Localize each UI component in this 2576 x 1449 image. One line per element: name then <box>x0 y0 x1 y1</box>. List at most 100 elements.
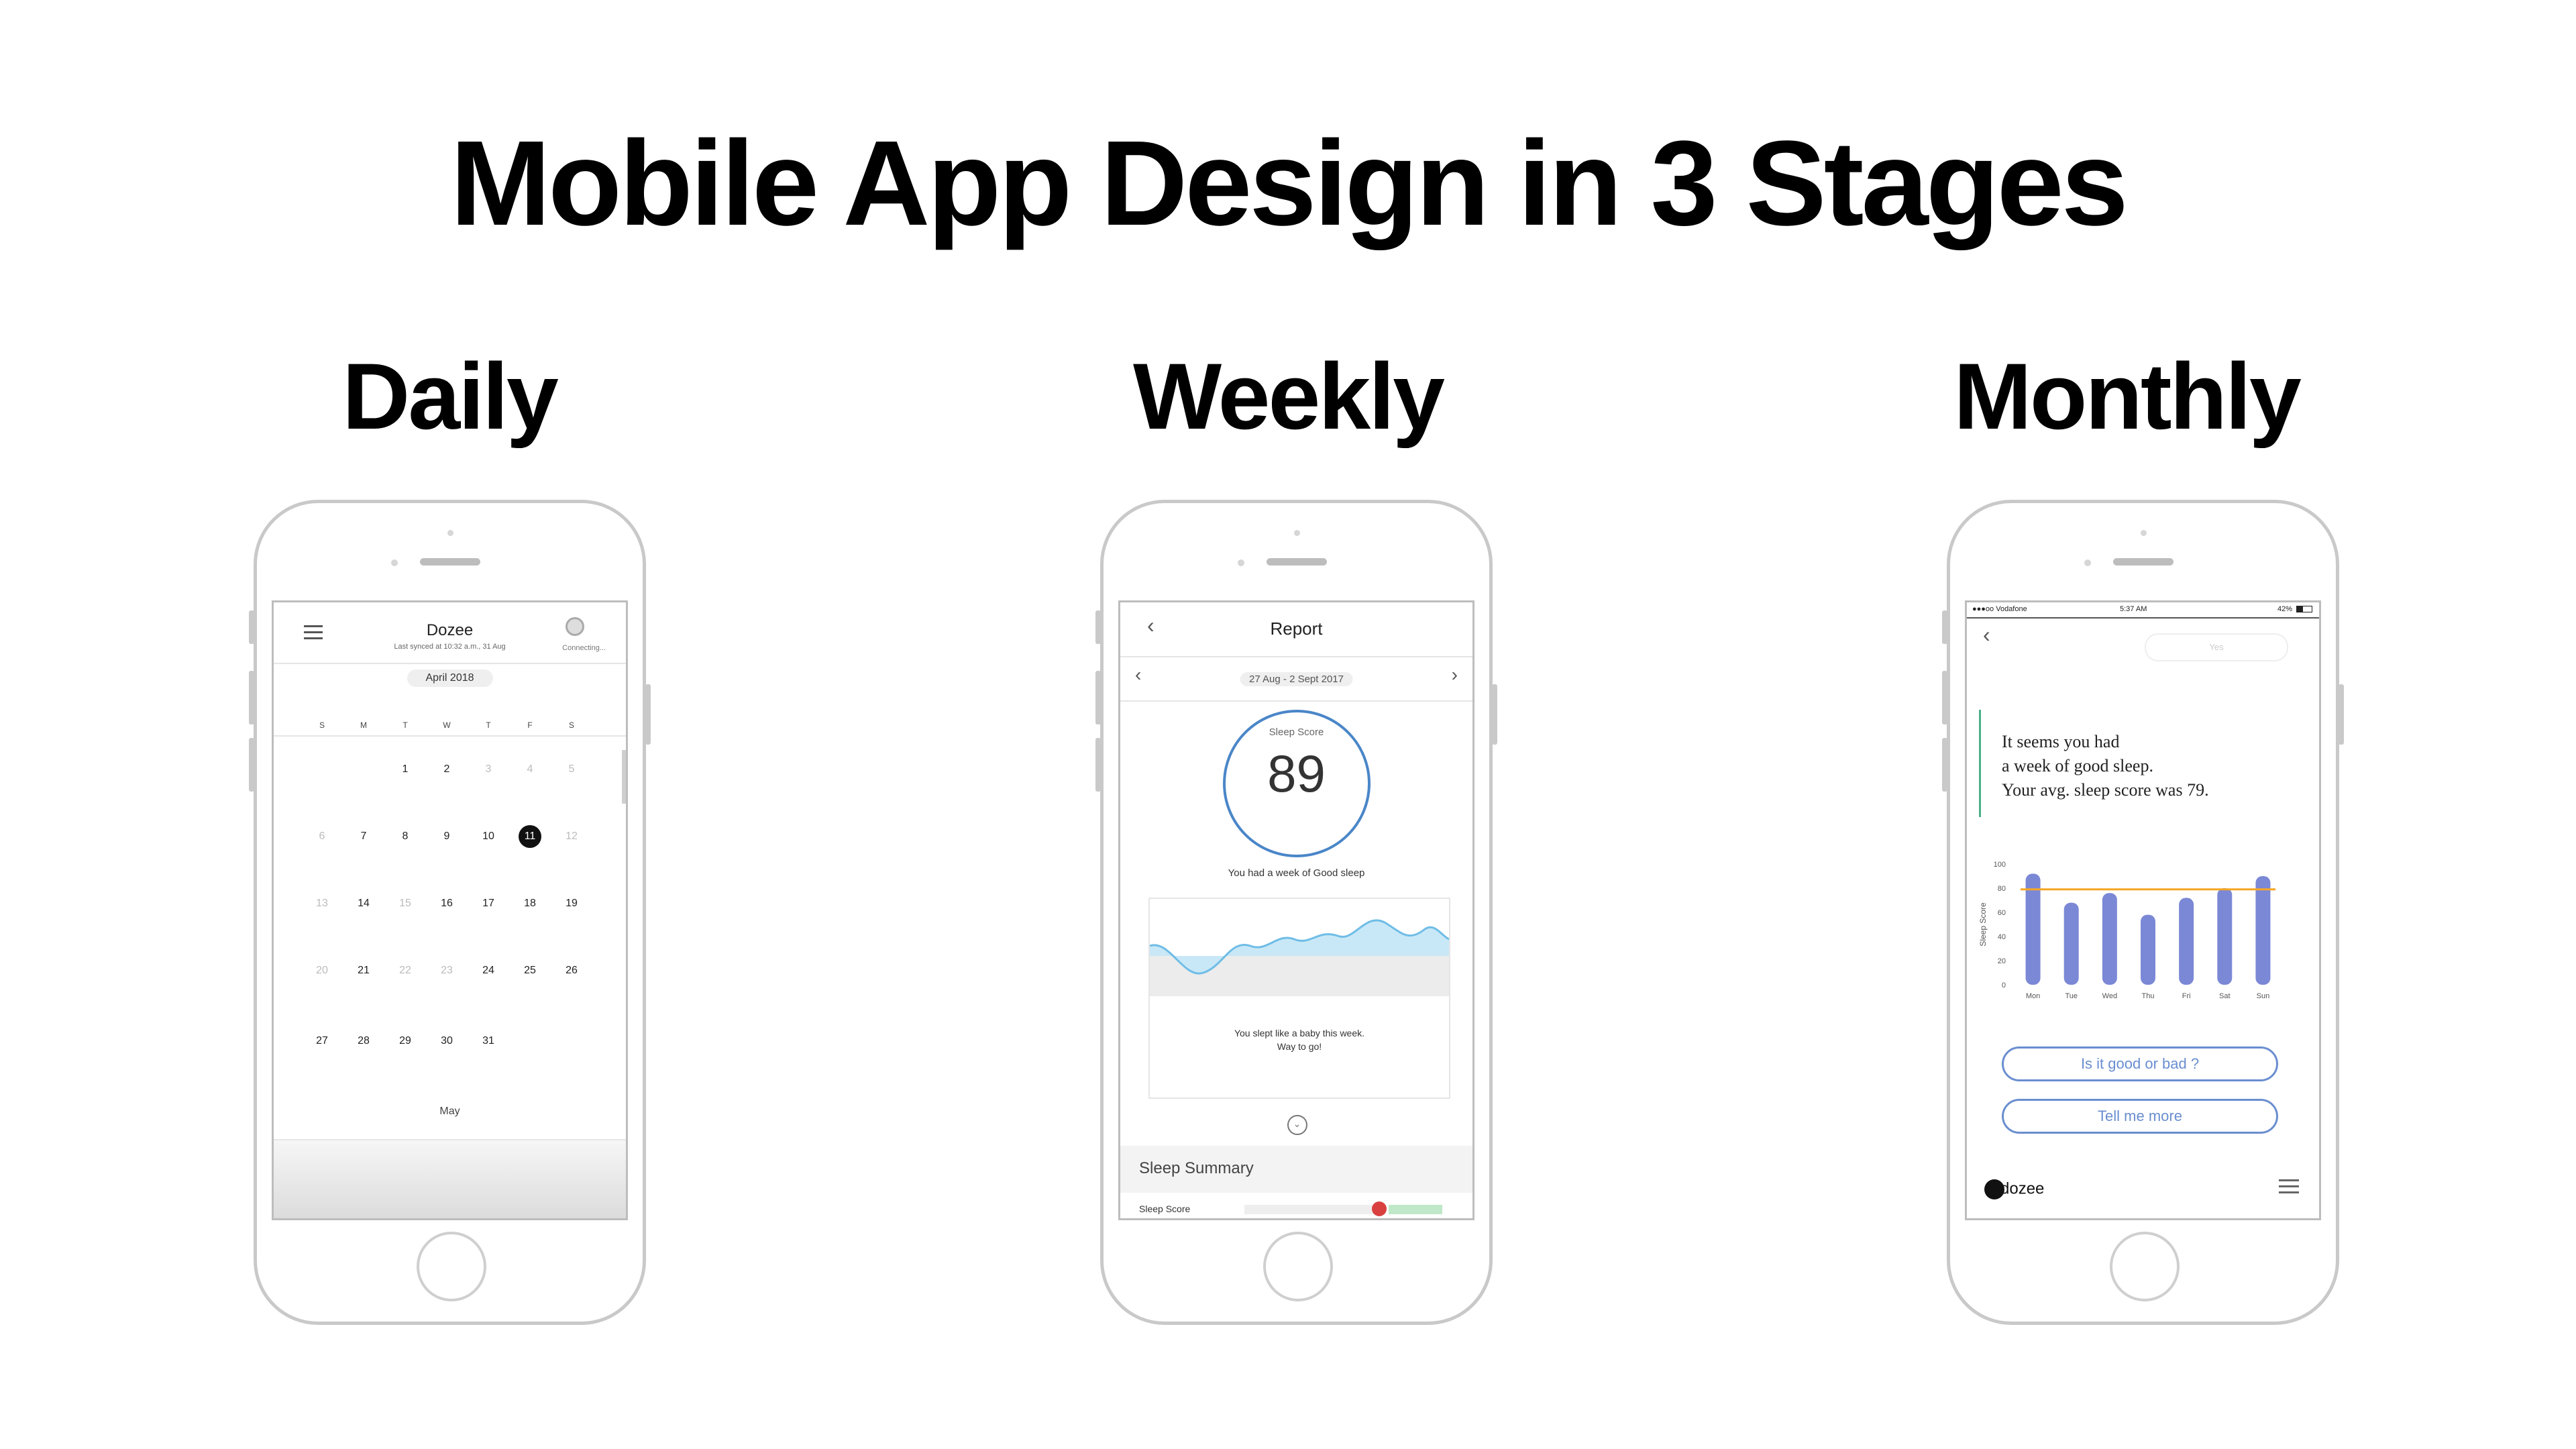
dozee-logo: dozee <box>1984 1179 2044 1199</box>
score-message: You had a week of Good sleep <box>1228 867 1365 879</box>
calendar-day[interactable]: 8 <box>392 830 419 843</box>
y-tick-label: 80 <box>1998 885 2006 893</box>
weekday-label: S <box>319 720 325 730</box>
power-button <box>645 684 651 745</box>
calendar-day[interactable]: 7 <box>350 830 377 843</box>
volume-down-button <box>249 738 254 792</box>
message-line-1: It seems you had <box>2002 732 2120 751</box>
calendar-day[interactable]: 2 <box>433 763 460 775</box>
stage-weekly-label: Weekly <box>1133 343 1445 449</box>
weekly-wave-chart: You slept like a baby this week. Way to … <box>1148 898 1450 1099</box>
previous-week-icon[interactable]: ‹ <box>1135 664 1141 686</box>
bar <box>2063 902 2079 985</box>
y-axis-label: Sleep Score <box>1978 902 1988 947</box>
calendar-day[interactable]: 23 <box>433 965 460 977</box>
carrier-signal: ●●●oo Vodafone <box>1972 605 2027 613</box>
x-tick-label: Wed <box>2102 992 2117 1000</box>
bar <box>2179 898 2194 985</box>
calendar-day[interactable]: 19 <box>558 898 585 910</box>
expand-chevron-icon[interactable]: ⌄ <box>1287 1115 1307 1135</box>
calendar-day[interactable]: 1 <box>392 763 419 775</box>
scrollbar[interactable] <box>622 750 626 804</box>
calendar-day-selected[interactable]: 11 <box>519 825 541 848</box>
calendar-day[interactable]: 5 <box>558 763 585 775</box>
sleep-score-bar-chart: Sleep Score 0 20 40 60 80 100 Mon Tue Wed Thu Fri Sa… <box>1978 861 2275 1000</box>
home-button[interactable] <box>2109 1232 2180 1301</box>
battery-percent: 42% <box>2277 605 2292 613</box>
summary-marker-icon <box>1372 1201 1387 1216</box>
calendar-day[interactable]: 4 <box>517 763 543 775</box>
calendar-day[interactable]: 10 <box>475 830 502 843</box>
calendar-day[interactable]: 25 <box>517 965 543 977</box>
tell-me-more-button[interactable]: Tell me more <box>2002 1099 2278 1134</box>
y-tick-label: 0 <box>2002 981 2006 989</box>
calendar-day[interactable]: 9 <box>433 830 460 843</box>
calendar-day[interactable]: 12 <box>558 830 585 843</box>
report-header: ‹ Report <box>1120 602 1472 657</box>
weekday-label: W <box>443 720 451 730</box>
stage-daily-label: Daily <box>342 343 559 449</box>
summary-bar-fill <box>1389 1205 1442 1214</box>
response-pill[interactable]: Yes <box>2145 633 2288 661</box>
calendar-day[interactable]: 18 <box>517 898 543 910</box>
calendar-day[interactable]: 20 <box>309 965 335 977</box>
mute-switch <box>1095 610 1101 644</box>
sleep-score-value: 89 <box>1267 744 1326 803</box>
weekday-header: SMTWTFS <box>274 715 626 737</box>
y-tick-label: 40 <box>1998 933 2006 941</box>
summary-row-label: Sleep Score <box>1139 1203 1191 1214</box>
calendar-day[interactable]: 29 <box>392 1035 419 1047</box>
back-chevron-icon[interactable]: ‹ <box>1983 623 1990 647</box>
page-title: Mobile App Design in 3 Stages <box>450 116 2129 251</box>
device-status-icon[interactable] <box>566 617 584 636</box>
date-range-bar: ‹ 27 Aug - 2 Sept 2017 › <box>1120 660 1472 702</box>
bar <box>2141 914 2155 985</box>
next-week-icon[interactable]: › <box>1452 664 1458 686</box>
front-sensor <box>447 530 453 536</box>
front-camera <box>2084 559 2091 566</box>
calendar-day[interactable]: 6 <box>309 830 335 843</box>
home-button[interactable] <box>1263 1232 1333 1301</box>
power-button <box>1492 684 1497 745</box>
calendar-day[interactable]: 13 <box>309 898 335 910</box>
calendar-day[interactable]: 27 <box>309 1035 335 1047</box>
sleep-summary-section[interactable]: Sleep Summary <box>1120 1146 1472 1193</box>
status-time: 5:37 AM <box>2120 605 2147 613</box>
bottom-drawer[interactable] <box>274 1139 626 1218</box>
calendar-day[interactable]: 17 <box>475 898 502 910</box>
calendar-day[interactable]: 14 <box>350 898 377 910</box>
summary-bar-track <box>1244 1205 1379 1214</box>
daily-screen: Dozee Last synced at 10:32 a.m., 31 Aug … <box>272 600 628 1220</box>
volume-up-button <box>249 671 254 724</box>
weekday-label: M <box>360 720 367 730</box>
volume-down-button <box>1095 738 1101 792</box>
bar <box>2217 888 2233 985</box>
front-camera <box>1238 559 1244 566</box>
calendar-day[interactable]: 31 <box>475 1035 502 1047</box>
chart-message-line2: Way to go! <box>1277 1041 1322 1052</box>
weekly-screen: ‹ Report ‹ 27 Aug - 2 Sept 2017 › Sleep … <box>1118 600 1474 1220</box>
message-accent-bar <box>1979 710 1981 817</box>
calendar-day[interactable]: 22 <box>392 965 419 977</box>
front-sensor <box>2140 530 2147 536</box>
phone-monthly: ●●●oo Vodafone 5:37 AM 42% ‹ Yes It seem… <box>1942 500 2344 1325</box>
bar <box>2102 893 2117 985</box>
menu-icon[interactable] <box>2279 1179 2299 1197</box>
x-tick-label: Tue <box>2065 992 2078 1000</box>
calendar-day[interactable]: 21 <box>350 965 377 977</box>
chart-message-line1: You slept like a baby this week. <box>1234 1028 1365 1038</box>
calendar-day[interactable]: 26 <box>558 965 585 977</box>
month-selector[interactable]: April 2018 <box>407 669 493 687</box>
calendar-day[interactable]: 30 <box>433 1035 460 1047</box>
earpiece-speaker <box>1266 558 1327 566</box>
calendar-day[interactable]: 28 <box>350 1035 377 1047</box>
calendar-day[interactable]: 3 <box>475 763 502 775</box>
calendar-day[interactable]: 24 <box>475 965 502 977</box>
weekday-label: F <box>527 720 533 730</box>
app-header: Dozee Last synced at 10:32 a.m., 31 Aug … <box>274 602 626 664</box>
home-button[interactable] <box>416 1232 486 1301</box>
calendar-day[interactable]: 15 <box>392 898 419 910</box>
is-it-good-button[interactable]: Is it good or bad ? <box>2002 1046 2278 1081</box>
next-month-label: May <box>439 1106 460 1117</box>
calendar-day[interactable]: 16 <box>433 898 460 910</box>
